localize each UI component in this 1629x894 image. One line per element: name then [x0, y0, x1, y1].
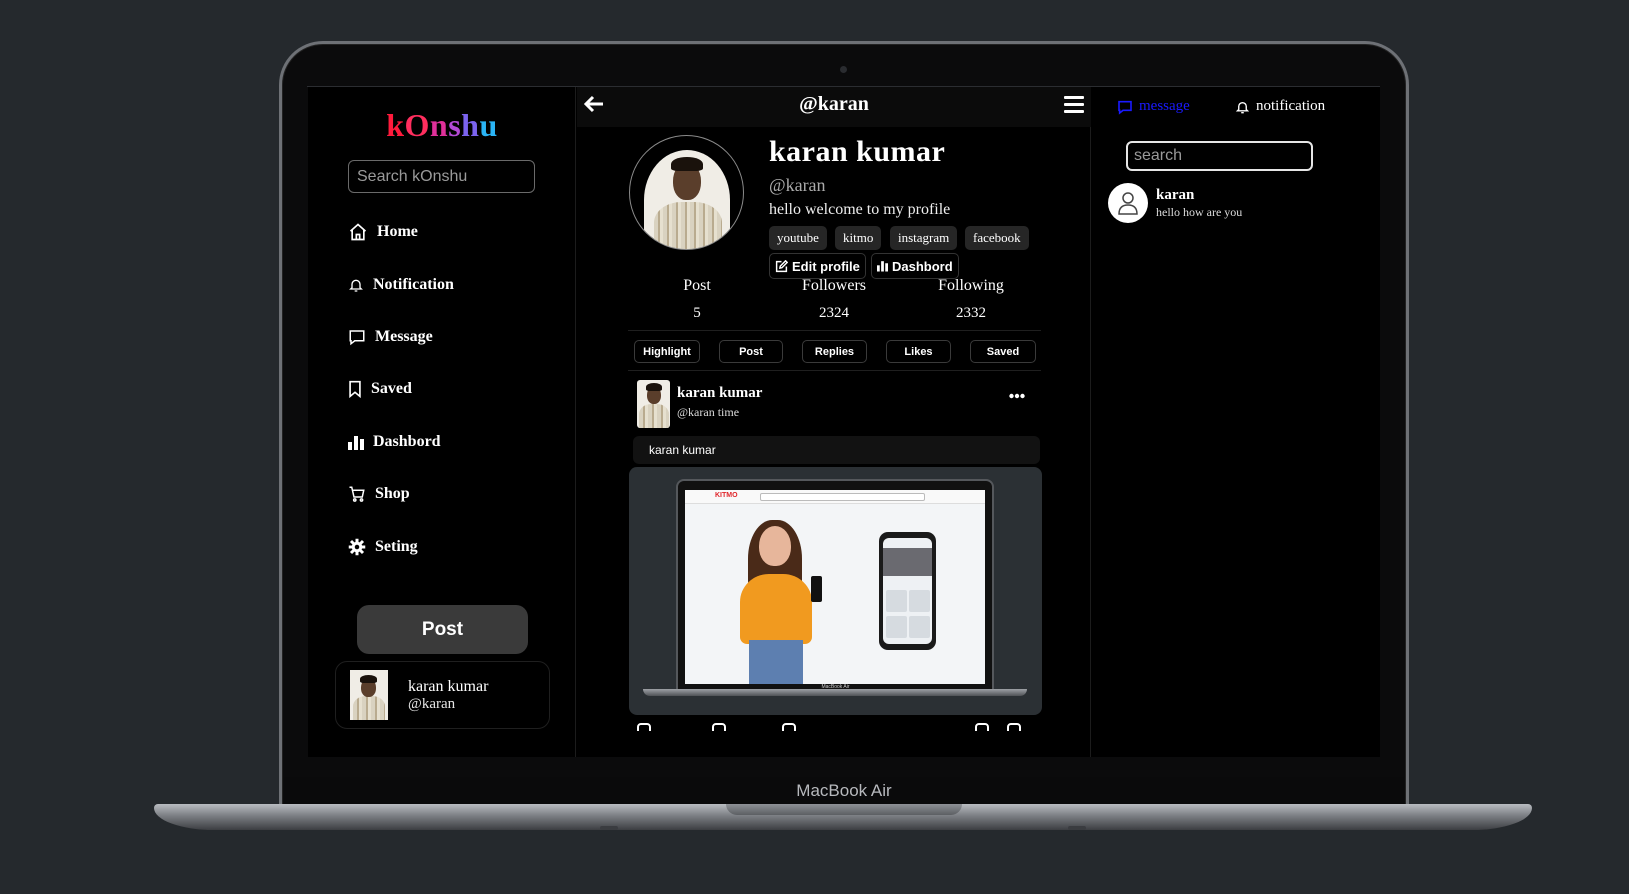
stat-followers-value: 2324 — [819, 305, 849, 321]
post-author-name[interactable]: karan kumar — [677, 385, 762, 402]
sidebar-item-shop[interactable]: Shop — [348, 481, 410, 507]
app-logo[interactable]: kOnshu — [308, 107, 576, 144]
chat-item[interactable]: karan hello how are you — [1108, 183, 1363, 225]
dashboard-button[interactable]: Dashbord — [871, 253, 959, 279]
divider — [628, 330, 1041, 331]
profile-avatar[interactable] — [629, 135, 744, 250]
like-icon[interactable] — [637, 723, 651, 731]
bookmark-icon[interactable] — [1007, 723, 1021, 731]
link-kitmo[interactable]: kitmo — [835, 226, 882, 250]
bell-icon — [349, 279, 363, 292]
link-instagram[interactable]: instagram — [890, 226, 958, 250]
profile-name: karan kumar — [769, 135, 946, 168]
tab-message[interactable]: message — [1117, 98, 1190, 115]
user-icon — [1118, 192, 1138, 215]
edit-profile-button[interactable]: Edit profile — [769, 253, 866, 279]
stat-followers-label[interactable]: Followers — [774, 277, 894, 295]
stat-post-label: Post — [683, 277, 711, 294]
tab-likes[interactable]: Likes — [886, 340, 951, 363]
tab-replies[interactable]: Replies — [802, 340, 867, 363]
avatar — [350, 670, 388, 720]
stat-following-value: 2332 — [956, 305, 986, 321]
share-icon[interactable] — [975, 723, 989, 731]
tab-saved[interactable]: Saved — [970, 340, 1036, 363]
image-laptop-label: MacBook Air — [821, 684, 850, 690]
sidebar-item-notification[interactable]: Notification — [348, 272, 454, 298]
edit-icon — [775, 259, 788, 272]
profile-handle: @karan — [769, 175, 826, 195]
message-icon — [349, 330, 365, 346]
post-button[interactable]: Post — [357, 605, 528, 654]
link-facebook[interactable]: facebook — [965, 226, 1029, 250]
divider — [628, 370, 1041, 371]
home-icon — [349, 223, 367, 241]
bar-chart-icon — [348, 436, 364, 450]
bookmark-icon — [349, 380, 361, 398]
laptop-notch — [726, 804, 962, 815]
camera — [840, 66, 847, 73]
top-bar: @karan — [577, 87, 1091, 127]
account-handle: @karan — [408, 695, 456, 712]
cart-icon — [349, 486, 365, 502]
profile-bio: hello welcome to my profile — [769, 201, 951, 218]
post-text: karan kumar — [633, 436, 1040, 464]
sidebar-item-home[interactable]: Home — [348, 219, 418, 245]
hamburger-menu-icon[interactable] — [1064, 96, 1084, 114]
bar-chart-icon — [877, 261, 888, 272]
right-panel: message notification karan hello how are… — [1092, 87, 1380, 757]
sidebar-item-saved[interactable]: Saved — [348, 376, 412, 402]
device-label: MacBook Air — [284, 777, 1404, 805]
post-action-bar — [637, 721, 1037, 731]
tab-notification[interactable]: notification — [1235, 98, 1325, 115]
sidebar-item-seting[interactable]: Seting — [348, 534, 418, 560]
app-screen: kOnshu Home Notification Message Saved D… — [308, 87, 1380, 757]
post-meta: @karan time — [677, 405, 740, 419]
message-search-input[interactable] — [1126, 141, 1313, 171]
stat-post-value: 5 — [693, 305, 701, 321]
stat-following-label[interactable]: Following — [911, 277, 1031, 295]
stats-icon[interactable] — [782, 723, 796, 731]
post-image[interactable]: KITMO MacBook Air — [629, 467, 1042, 715]
sidebar-item-message[interactable]: Message — [348, 324, 433, 350]
comment-icon[interactable] — [712, 723, 726, 731]
tab-highlight[interactable]: Highlight — [634, 340, 700, 363]
account-name: karan kumar — [408, 677, 489, 695]
chat-avatar — [1108, 183, 1148, 223]
image-laptop-screen: KITMO — [685, 490, 985, 684]
bell-icon — [1235, 101, 1250, 113]
sidebar-search-input[interactable] — [348, 160, 535, 193]
laptop-foot-right — [1068, 826, 1086, 830]
post-author-avatar[interactable] — [637, 380, 670, 428]
link-youtube[interactable]: youtube — [769, 226, 827, 250]
laptop-foot-left — [600, 826, 618, 830]
account-card[interactable]: karan kumar @karan — [335, 661, 550, 729]
tab-post[interactable]: Post — [719, 340, 783, 363]
gear-icon — [348, 538, 366, 556]
chat-name: karan — [1156, 187, 1195, 203]
sidebar-item-dashbord[interactable]: Dashbord — [348, 429, 441, 455]
page-title: @karan — [799, 93, 869, 115]
image-site-logo: KITMO — [715, 492, 738, 499]
chat-preview: hello how are you — [1156, 205, 1243, 219]
more-options-icon[interactable] — [1009, 393, 1025, 399]
left-sidebar: kOnshu Home Notification Message Saved D… — [308, 87, 576, 757]
main-column: @karan karan kumar @karan hello welcome … — [577, 87, 1091, 757]
message-icon — [1118, 100, 1132, 115]
